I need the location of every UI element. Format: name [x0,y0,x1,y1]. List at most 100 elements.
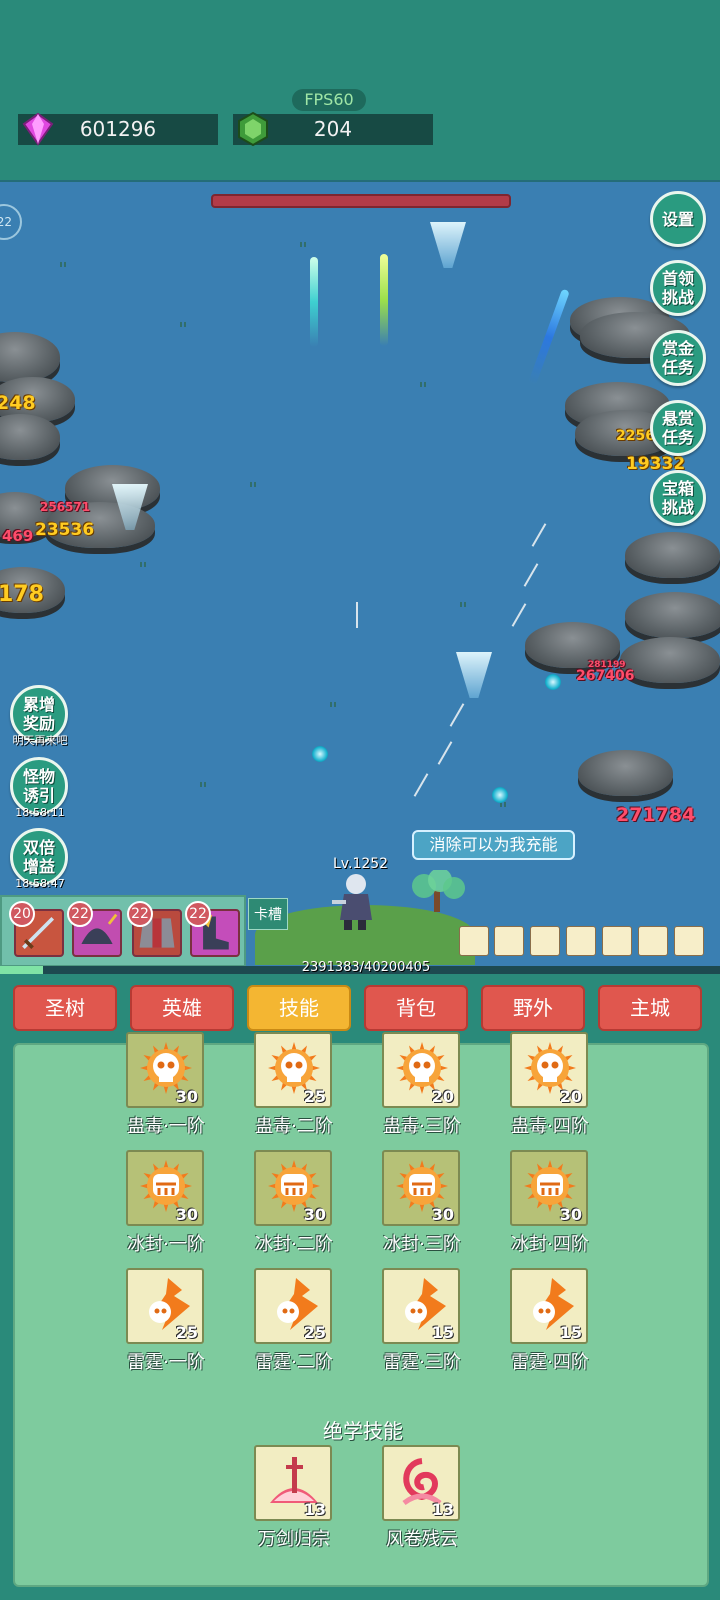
skill-level: 25 [303,1323,326,1342]
mini-skill-icon[interactable] [459,926,489,956]
mini-skill-icon[interactable] [494,926,524,956]
skill-name: 万剑归宗 [258,1529,330,1550]
skill-card[interactable]: 30 冰封·二阶 [254,1150,334,1258]
battlefield[interactable]: 22 248 256571 23536 469 178 2256 19332 2… [0,180,720,966]
flying-arrow [523,563,539,587]
mini-skill-icon[interactable] [566,926,596,956]
boss-health-bar [211,194,511,208]
boss-challenge-button[interactable]: 首领挑战 [650,260,706,316]
flying-arrow [356,602,358,628]
damage-number: 178 [0,582,44,607]
mini-skill-icon[interactable] [530,926,560,956]
cumulative-reward-status: 明天再来吧 [12,734,68,747]
skill-card[interactable]: 13 万剑归宗 [254,1445,334,1553]
equipment-slot[interactable]: 22 [67,901,122,957]
skill-card[interactable]: 15 雷霆·三阶 [382,1268,462,1376]
skill-card[interactable]: 30 冰封·一阶 [126,1150,206,1258]
tornado-effect [430,222,466,268]
hero-character[interactable] [330,870,380,930]
card-slot-button[interactable]: 卡槽 [248,898,288,930]
enemy-rock [0,332,60,382]
double-boost-button[interactable]: 双倍增益 18:58:47 [10,828,68,890]
tree-decoration [412,870,465,912]
enemy-rock [0,414,60,460]
cumulative-reward-button[interactable]: 累增奖励 明天再来吧 [10,685,68,747]
flying-arrow [531,523,547,547]
grass-tuft [420,382,426,387]
skill-level: 25 [175,1323,198,1342]
equipment-slot[interactable]: 22 [127,901,182,957]
skill-card[interactable]: 25 雷霆·一阶 [126,1268,206,1376]
gem-amount: 601296 [79,117,157,141]
tab-holy-tree[interactable]: 圣树 [13,985,117,1031]
monster-lure-button[interactable]: 怪物诱引 18:58:11 [10,757,68,819]
mini-skill-icon[interactable] [674,926,704,956]
skill-icon-frame: 20 [510,1032,588,1108]
skill-card[interactable]: 25 蛊毒·二阶 [254,1032,334,1140]
energy-orb[interactable] [545,674,561,690]
equipment-slot-bar: 20 22 22 22 [0,895,246,967]
damage-number: 23536 [35,520,95,540]
skill-level: 30 [303,1205,326,1224]
flying-arrow [511,603,527,627]
skill-card[interactable]: 20 蛊毒·三阶 [382,1032,462,1140]
skill-card[interactable]: 15 雷霆·四阶 [510,1268,590,1376]
skill-level: 15 [431,1323,454,1342]
skill-name: 雷霆·三阶 [383,1352,461,1373]
green-crystal-icon [238,111,268,147]
skill-card[interactable]: 30 冰封·四阶 [510,1150,590,1258]
skill-card[interactable]: 30 蛊毒·一阶 [126,1032,206,1140]
skill-icon-frame: 15 [382,1268,460,1344]
flying-arrow [413,773,429,797]
skill-card[interactable]: 13 风卷残云 [382,1445,462,1553]
energy-orb[interactable] [492,787,508,803]
grass-tuft [140,562,146,567]
crystal-counter: 204 [233,111,433,147]
grass-tuft [460,602,466,607]
skill-name: 蛊毒·二阶 [255,1116,333,1137]
skill-level: 15 [559,1323,582,1342]
damage-number: 271784 [616,804,696,826]
skills-panel[interactable]: 30 蛊毒·一阶 25 蛊毒·二阶 20 蛊毒·三阶 20 蛊毒·四阶 30 冰封·一阶 30 冰封·… [13,1032,709,1587]
skill-icon-frame: 30 [254,1150,332,1226]
skill-card[interactable]: 20 蛊毒·四阶 [510,1032,590,1140]
skill-card[interactable]: 25 雷霆·二阶 [254,1268,334,1376]
mini-skill-icon[interactable] [602,926,632,956]
skill-icon-frame: 20 [382,1032,460,1108]
settings-button-label: 设置 [661,209,694,229]
tab-wild[interactable]: 野外 [481,985,585,1031]
charge-hint-bubble: 消除可以为我充能 [412,830,575,860]
skill-level: 30 [175,1205,198,1224]
damage-number: 267406 [576,668,635,684]
bounty-task-button[interactable]: 赏金任务 [650,330,706,386]
main-tab-bar: 圣树 英雄 技能 背包 野外 主城 [13,985,709,1033]
reward-task-button[interactable]: 悬赏任务 [650,400,706,456]
experience-fill [0,966,43,974]
enemy-rock [625,592,720,638]
skill-level: 20 [559,1087,582,1106]
tab-backpack[interactable]: 背包 [364,985,468,1031]
skill-icon-frame: 15 [510,1268,588,1344]
tab-heroes[interactable]: 英雄 [130,985,234,1031]
settings-button[interactable]: 设置 [650,191,706,247]
skill-level: 30 [175,1087,198,1106]
slot-level: 22 [127,901,153,927]
equipment-slot[interactable]: 20 [9,901,64,957]
tab-main-city[interactable]: 主城 [598,985,702,1031]
skill-card[interactable]: 30 冰封·三阶 [382,1150,462,1258]
skill-icon-frame: 13 [382,1445,460,1521]
skill-icon-frame: 25 [126,1268,204,1344]
stage-counter: 22 [0,204,22,240]
energy-orb[interactable] [312,746,328,762]
cumulative-reward-label: 累增奖励 [22,695,55,733]
equipment-slot[interactable]: 22 [185,901,240,957]
skill-level: 20 [431,1087,454,1106]
tab-skills[interactable]: 技能 [247,985,351,1031]
grass-tuft [300,242,306,247]
double-boost-label: 双倍增益 [22,838,55,876]
chest-challenge-button[interactable]: 宝箱挑战 [650,470,706,526]
mini-skill-icon[interactable] [638,926,668,956]
monster-lure-timer: 18:58:11 [15,806,65,819]
fps-counter: FPS60 [292,89,366,111]
ultimate-skills-title: 绝学技能 [323,1419,403,1443]
